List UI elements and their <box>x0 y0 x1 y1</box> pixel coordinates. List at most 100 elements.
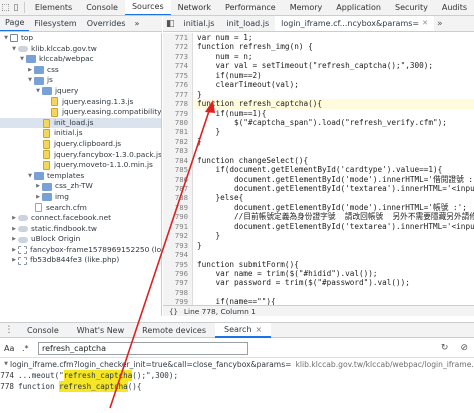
nav-tab-page[interactable]: Page <box>0 16 30 31</box>
line-number[interactable]: 795 <box>163 259 193 269</box>
line-number[interactable]: 799 <box>163 297 193 305</box>
chevron-right-icon[interactable]: ▶ <box>10 224 18 235</box>
line-number[interactable]: 791 <box>163 221 193 232</box>
tree-node[interactable]: ▼ js <box>0 75 161 86</box>
code-line[interactable]: 788 }else{ <box>163 193 474 203</box>
close-icon[interactable]: × <box>256 325 263 334</box>
line-number[interactable]: 790 <box>163 212 193 222</box>
code-line[interactable]: 794 <box>163 250 474 260</box>
result-file-header[interactable]: ▼ login_iframe.cfm?login_checker_init=tr… <box>0 359 474 370</box>
tree-node[interactable]: ▼ klib.klccab.gov.tw <box>0 44 161 55</box>
regex-toggle[interactable]: .* <box>22 344 34 353</box>
line-number[interactable]: 778 <box>163 99 193 109</box>
code-line[interactable]: 780 $("#captcha_span").load("refresh_ver… <box>163 117 474 128</box>
nav-tab-overrides[interactable]: Overrides <box>82 16 131 31</box>
tab-audits[interactable]: Audits <box>435 0 474 15</box>
line-number[interactable]: 777 <box>163 89 193 100</box>
drawer-menu-icon[interactable]: ⋮ <box>0 322 18 338</box>
chevron-right-icon[interactable]: ▶ <box>26 65 34 76</box>
code-line[interactable]: 787 document.getElementById('textarea').… <box>163 184 474 194</box>
result-match-row[interactable]: 774 ...meout(" refresh_captcha ();",300); <box>0 370 474 381</box>
tab-security[interactable]: Security <box>388 0 435 15</box>
code-line[interactable]: 792 } <box>163 231 474 241</box>
line-number[interactable]: 781 <box>163 127 193 137</box>
tree-node[interactable]: jquery.easing.compatibility.js <box>0 107 161 118</box>
code-line[interactable]: 796 var name = trim($("#hidid").val()); <box>163 268 474 279</box>
line-number[interactable]: 782 <box>163 136 193 147</box>
code-line[interactable]: 782} <box>163 136 474 147</box>
code-line[interactable]: 784 function changeSelect(){ <box>163 155 474 166</box>
tree-node[interactable]: ▶ fancybox-frame1578969152250 (login <box>0 245 161 256</box>
code-line[interactable]: 783 <box>163 146 474 156</box>
code-line[interactable]: 776 clearTimeout(val); <box>163 80 474 90</box>
line-number[interactable]: 779 <box>163 108 193 118</box>
tree-node[interactable]: jquery.easing.1.3.js <box>0 97 161 108</box>
nav-tab-filesystem[interactable]: Filesystem <box>29 16 81 31</box>
code-line[interactable]: 774 var val = setTimeout("refresh_captch… <box>163 61 474 71</box>
code-line[interactable]: 793} <box>163 240 474 251</box>
tree-node[interactable]: search.cfm <box>0 203 161 214</box>
code-editor[interactable]: 771 var num = 1; 772 function refresh_img(n… <box>163 33 474 305</box>
tree-node[interactable]: ▶ static.findbook.tw <box>0 224 161 235</box>
line-number[interactable]: 775 <box>163 70 193 81</box>
code-line[interactable]: 777} <box>163 89 474 100</box>
device-toggle-icon[interactable]: ▯ <box>11 0 22 15</box>
tab-sources[interactable]: Sources <box>124 0 171 15</box>
line-number[interactable]: 788 <box>163 193 193 203</box>
tree-node[interactable]: jquery.moveto-1.1.0.min.js <box>0 160 161 171</box>
tab-application[interactable]: Application <box>329 0 388 15</box>
drawer-tab-whats-new[interactable]: What's New <box>68 323 133 338</box>
tree-node[interactable]: init_load.js <box>0 117 161 129</box>
line-number[interactable]: 780 <box>163 117 193 128</box>
line-number[interactable]: 798 <box>163 287 193 298</box>
tree-node[interactable]: initial.js <box>0 128 161 139</box>
more-tabs-icon[interactable]: » <box>130 19 143 28</box>
tree-node[interactable]: ▶ connect.facebook.net <box>0 213 161 224</box>
more-tabs-icon[interactable]: » <box>434 19 446 29</box>
editor-tab-initial[interactable]: initial.js <box>178 16 221 31</box>
tab-network[interactable]: Network <box>171 0 218 15</box>
code-line[interactable]: 789 document.getElementById('mode').inne… <box>163 202 474 213</box>
code-line[interactable]: 786 document.getElementById('mode').inne… <box>163 174 474 184</box>
tree-node[interactable]: ▶ css <box>0 65 161 76</box>
chevron-right-icon[interactable]: ▶ <box>10 255 18 266</box>
chevron-right-icon[interactable]: ▶ <box>34 181 42 192</box>
result-match-row[interactable]: 778 function refresh_captcha(){ <box>0 381 474 392</box>
line-number[interactable]: 783 <box>163 146 193 156</box>
chevron-right-icon[interactable]: ▶ <box>10 234 18 245</box>
search-input[interactable] <box>38 341 248 355</box>
line-number[interactable]: 796 <box>163 268 193 279</box>
chevron-down-icon[interactable]: ▼ <box>34 86 42 97</box>
refresh-icon[interactable]: ↻ <box>441 343 449 353</box>
tree-node[interactable]: ▶ img <box>0 192 161 203</box>
clear-icon[interactable]: ⊘ <box>460 343 468 353</box>
line-number[interactable]: 794 <box>163 250 193 260</box>
chevron-right-icon[interactable]: ▶ <box>10 245 18 256</box>
line-number[interactable]: 772 <box>163 42 193 52</box>
tree-node[interactable]: ▼ jquery <box>0 86 161 97</box>
code-line[interactable]: 798 <box>163 287 474 298</box>
tab-performance[interactable]: Performance <box>218 0 283 15</box>
code-line[interactable]: 791 document.getElementById('textarea').… <box>163 221 474 232</box>
drawer-tab-console[interactable]: Console <box>18 323 68 338</box>
chevron-down-icon[interactable]: ▼ <box>26 75 34 86</box>
tab-memory[interactable]: Memory <box>283 0 330 15</box>
tree-node[interactable]: ▶ css_zh-TW <box>0 181 161 192</box>
line-number[interactable]: 771 <box>163 33 193 43</box>
match-case-toggle[interactable]: Aa <box>4 344 18 353</box>
code-line[interactable]: 773 num = n; <box>163 51 474 62</box>
code-line[interactable]: 772 function refresh_img(n) { <box>163 42 474 52</box>
line-number[interactable]: 784 <box>163 155 193 166</box>
line-number[interactable]: 776 <box>163 80 193 90</box>
code-line[interactable]: 785 if(document.getElementById('cardtype… <box>163 165 474 175</box>
editor-tab-init-load[interactable]: init_load.js <box>220 16 275 31</box>
chevron-down-icon[interactable]: ▼ <box>26 171 34 182</box>
line-number[interactable]: 797 <box>163 278 193 288</box>
code-line[interactable]: 778 function refresh_captcha(){ <box>163 99 474 109</box>
chevron-down-icon[interactable]: ▼ <box>2 33 10 44</box>
close-icon[interactable]: ✕ <box>422 16 428 31</box>
tab-elements[interactable]: Elements <box>28 0 79 15</box>
editor-tab-login-iframe[interactable]: login_iframe.cf...ncybox&params= ✕ <box>275 16 434 31</box>
code-line[interactable]: 775 if(num==2) <box>163 70 474 81</box>
tree-node[interactable]: ▼ templates <box>0 171 161 182</box>
